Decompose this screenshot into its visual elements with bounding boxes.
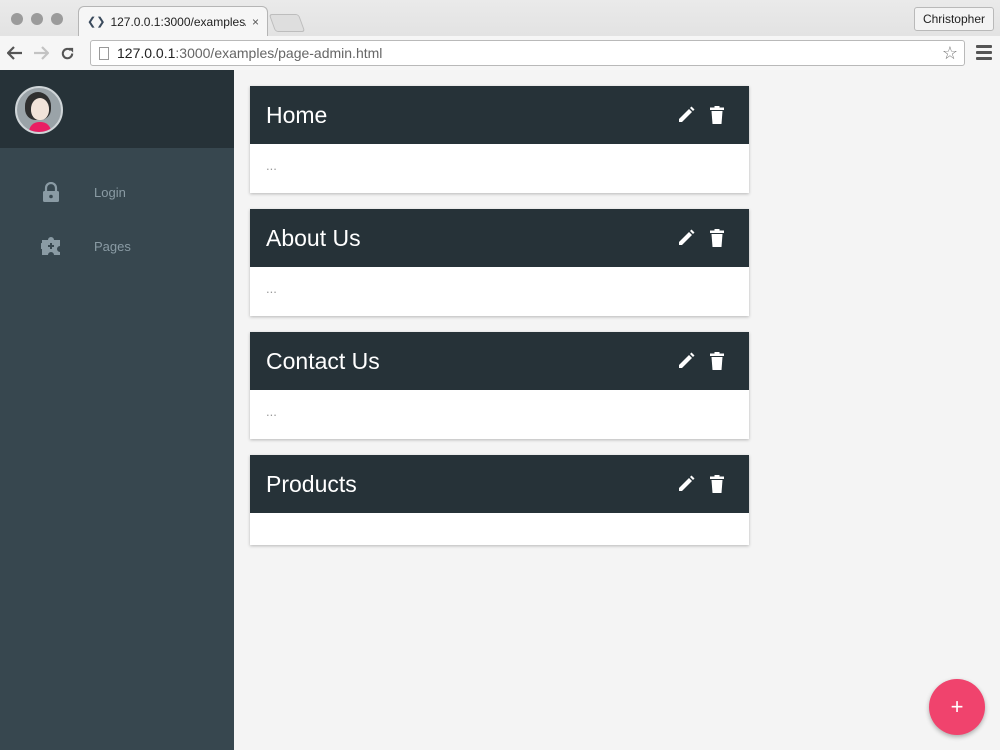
bookmark-star-icon[interactable]: ☆	[942, 43, 958, 64]
extension-icon	[41, 236, 61, 256]
address-bar[interactable]: 127.0.0.1:3000/examples/page-admin.html …	[90, 40, 965, 66]
lock-icon	[41, 182, 61, 202]
delete-trash-icon[interactable]	[707, 105, 727, 125]
main-content: Home ... About Us ... Contact Us ... Pro…	[234, 70, 1000, 750]
sidebar: Login Pages	[0, 70, 234, 750]
delete-trash-icon[interactable]	[707, 474, 727, 494]
sidebar-item-pages[interactable]: Pages	[0, 226, 234, 266]
forward-arrow-icon[interactable]	[30, 42, 52, 64]
page-icon	[99, 46, 109, 60]
sidebar-item-login[interactable]: Login	[0, 172, 234, 212]
page-card: Contact Us ...	[250, 332, 749, 439]
page-body: ...	[266, 404, 277, 419]
zoom-window-button[interactable]	[51, 13, 63, 25]
avatar[interactable]	[15, 86, 63, 134]
reload-icon[interactable]	[56, 42, 78, 64]
url-host: 127.0.0.1	[117, 45, 176, 61]
profile-button[interactable]: Christopher	[913, 7, 994, 31]
add-page-button[interactable]: +	[929, 679, 985, 735]
new-tab-button[interactable]	[268, 14, 306, 32]
delete-trash-icon[interactable]	[707, 228, 727, 248]
page-body: ...	[266, 281, 277, 296]
browser-menu-icon[interactable]	[976, 45, 992, 60]
page-title: Home	[266, 101, 328, 128]
browser-tab[interactable]: ❮❯ 127.0.0.1:3000/examples/ ×	[78, 6, 268, 36]
edit-pencil-icon[interactable]	[676, 105, 696, 125]
card-header: About Us	[250, 209, 749, 267]
card-header: Contact Us	[250, 332, 749, 390]
minimize-window-button[interactable]	[31, 13, 43, 25]
edit-pencil-icon[interactable]	[676, 351, 696, 371]
edit-pencil-icon[interactable]	[676, 474, 696, 494]
sidebar-item-label: Pages	[94, 238, 131, 254]
page-body	[250, 513, 749, 527]
page-title: Products	[266, 470, 357, 497]
card-header: Home	[250, 86, 749, 144]
sidebar-item-label: Login	[94, 184, 126, 200]
edit-pencil-icon[interactable]	[676, 228, 696, 248]
browser-chrome: ❮❯ 127.0.0.1:3000/examples/ × Christophe…	[0, 0, 1000, 70]
code-icon: ❮❯	[87, 16, 106, 28]
page-card: About Us ...	[250, 209, 749, 316]
browser-toolbar: 127.0.0.1:3000/examples/page-admin.html …	[0, 36, 1000, 70]
window-controls[interactable]	[11, 13, 63, 25]
sidebar-header	[0, 70, 234, 148]
delete-trash-icon[interactable]	[707, 351, 727, 371]
page-title: Contact Us	[266, 347, 380, 374]
tab-title: 127.0.0.1:3000/examples/	[110, 14, 246, 29]
tab-close-icon[interactable]: ×	[252, 15, 259, 29]
page-title: About Us	[266, 224, 361, 251]
close-window-button[interactable]	[11, 13, 23, 25]
back-arrow-icon[interactable]	[4, 42, 26, 64]
page-card: Home ...	[250, 86, 749, 193]
page-body: ...	[266, 158, 277, 173]
card-header: Products	[250, 455, 749, 513]
url-path: :3000/examples/page-admin.html	[175, 45, 383, 61]
page-card: Products	[250, 455, 749, 545]
